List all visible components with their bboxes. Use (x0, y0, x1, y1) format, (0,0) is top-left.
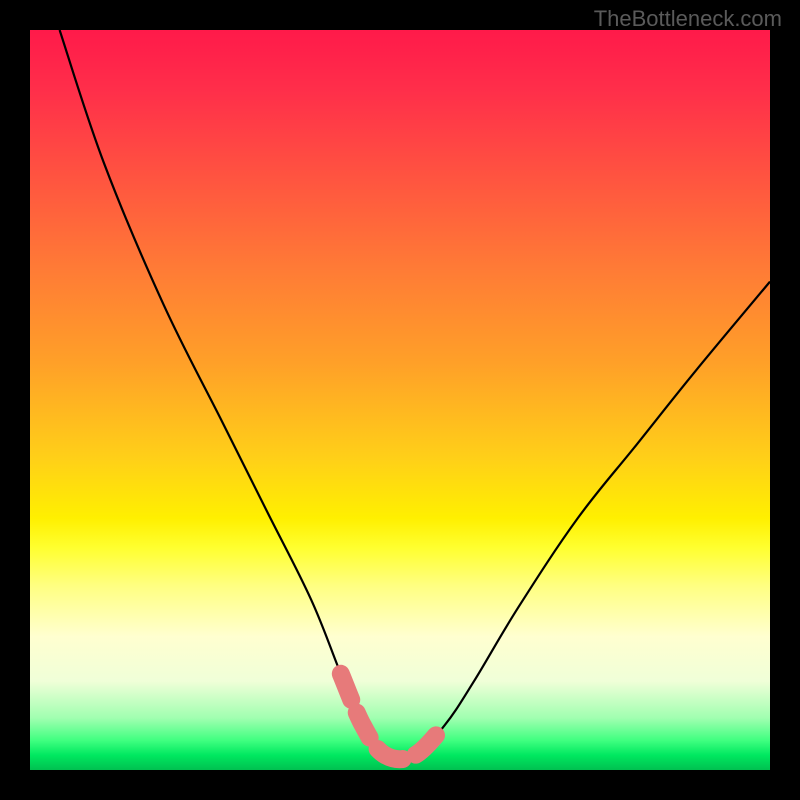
bottom-highlight-path (341, 674, 445, 759)
plot-area (30, 30, 770, 770)
chart-container: TheBottleneck.com (0, 0, 800, 800)
watermark-text: TheBottleneck.com (594, 6, 782, 32)
curve-svg (30, 30, 770, 770)
bottleneck-curve-path (60, 30, 770, 759)
